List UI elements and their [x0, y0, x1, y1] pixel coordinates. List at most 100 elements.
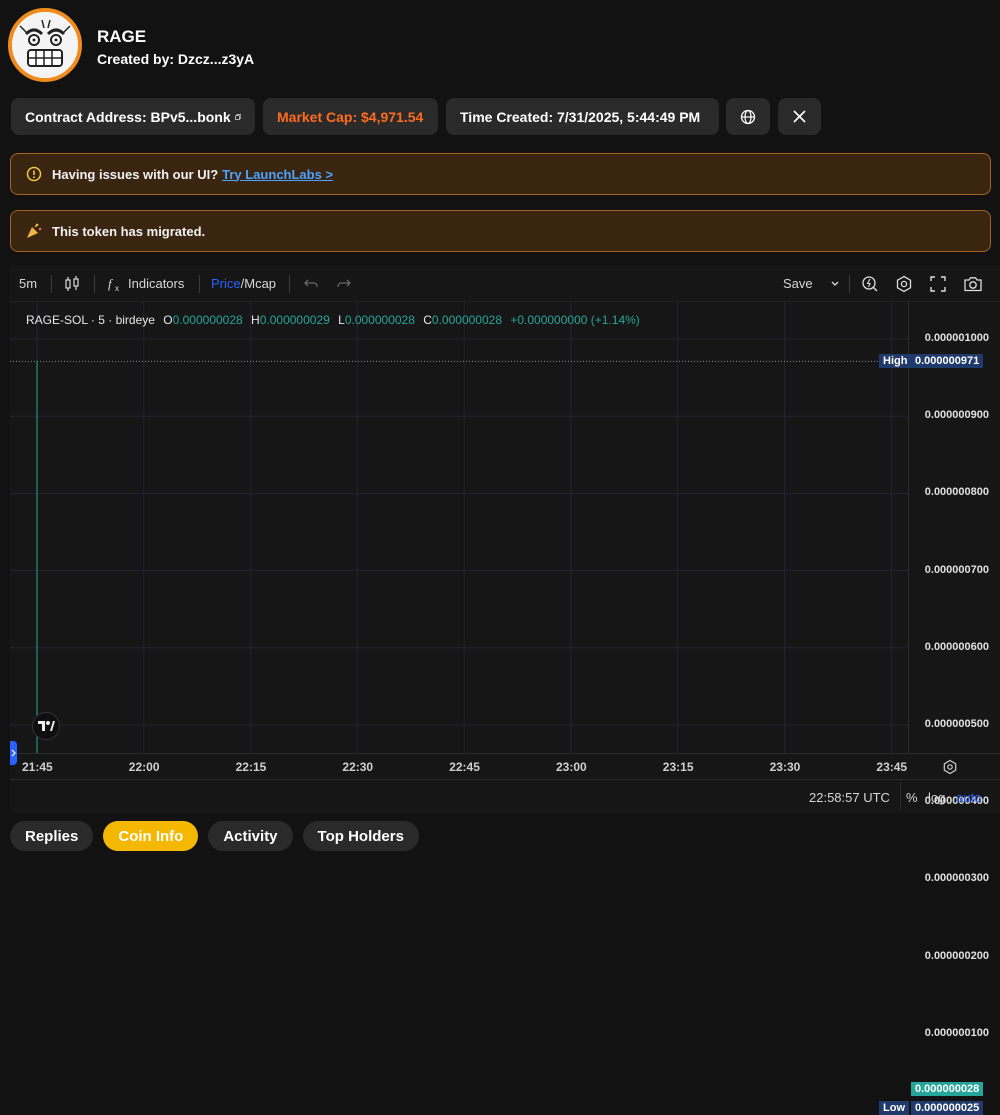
indicators-label: Indicators	[128, 276, 185, 291]
x-tick-label: 22:45	[449, 760, 480, 774]
candlestick-plot[interactable]	[10, 302, 908, 753]
x-tick-label: 21:45	[22, 760, 53, 774]
token-logo	[8, 8, 82, 82]
x-tick-label: 22:30	[342, 760, 374, 774]
save-button[interactable]: Save	[783, 265, 813, 302]
legend-high: 0.000000029	[259, 313, 330, 327]
mcap-option[interactable]: /Mcap	[241, 276, 276, 291]
ui-issues-text: Having issues with our UI?	[52, 166, 219, 182]
redo-icon	[337, 279, 351, 287]
low-tag-label: Low	[879, 1100, 909, 1115]
lightning-search-icon	[862, 275, 878, 291]
globe-icon	[740, 109, 756, 124]
y-tick-label: 0.000000100	[924, 1026, 989, 1039]
copy-icon[interactable]	[234, 110, 241, 124]
x-tick-label: 23:15	[662, 760, 694, 774]
log-toggle[interactable]: log	[928, 790, 945, 805]
tab-top-holders[interactable]: Top Holders	[302, 821, 419, 851]
settings-button[interactable]	[895, 265, 913, 302]
time-created-label: Time Created: 7/31/2025, 5:44:49 PM	[460, 108, 701, 125]
chart-legend: RAGE-SOL · 5 · birdeye O0.000000028 H0.0…	[26, 313, 640, 327]
axis-settings-icon[interactable]	[942, 759, 958, 775]
y-tick-label: 0.000000500	[924, 718, 989, 730]
interval-selector[interactable]: 5m	[19, 265, 37, 302]
y-tick-label: 0.000000700	[924, 563, 989, 576]
contract-address-label: Contract Address: BPv5...bonk	[25, 108, 231, 125]
token-name: RAGE	[97, 27, 147, 46]
tradingview-logo[interactable]	[32, 712, 60, 740]
chart-toolbar: 5m fx Indicators Price/Mcap Save	[10, 265, 1000, 302]
fullscreen-icon	[930, 275, 946, 292]
fullscreen-button[interactable]	[930, 265, 946, 302]
undo-icon	[304, 279, 318, 287]
camera-icon	[964, 276, 982, 291]
migrated-banner: This token has migrated.	[10, 210, 991, 252]
utc-time: 22:58:57 UTC	[809, 790, 890, 805]
x-tick-label: 23:30	[769, 760, 801, 774]
legend-high-label: H	[251, 313, 260, 327]
chart-footer: 22:58:57 UTC % log auto	[10, 779, 1000, 813]
chevron-down-icon	[831, 281, 839, 286]
screenshot-button[interactable]	[963, 265, 983, 302]
chevron-right-icon	[11, 749, 16, 757]
y-tick-label: 0.000000600	[924, 640, 989, 653]
candle[interactable]	[23, 361, 51, 753]
sidebar-toggle[interactable]	[10, 741, 17, 765]
token-creator: Created by: Dzcz...z3yA	[97, 51, 255, 67]
legend-change: +0.000000000 (+1.14%)	[510, 313, 640, 327]
auto-toggle[interactable]: auto	[956, 790, 981, 805]
x-tick-label: 22:15	[235, 760, 267, 774]
warning-icon	[25, 165, 43, 183]
bottom-tabs: Replies Coin Info Activity Top Holders	[10, 821, 429, 851]
x-tick-label: 22:00	[128, 760, 160, 774]
svg-text:f: f	[108, 276, 114, 291]
gear-icon	[896, 275, 912, 292]
twitter-x-button[interactable]	[778, 98, 821, 135]
legend-close-label: C	[423, 313, 432, 327]
indicators-button[interactable]: fx Indicators	[107, 265, 184, 302]
last-price-tag-value: 0.000000028	[911, 1082, 984, 1097]
rage-face-icon	[12, 12, 78, 78]
market-cap-label: Market Cap: $4,971.54	[277, 108, 424, 125]
quick-search-button[interactable]	[861, 265, 879, 302]
contract-address-pill[interactable]: Contract Address: BPv5...bonk	[11, 98, 255, 135]
y-tick-label: 0.000000800	[924, 486, 989, 499]
time-axis[interactable]: 21:45 22:00 22:15 22:30 22:45 23:00 23:15 23:30…	[10, 753, 1000, 779]
ui-issues-banner: Having issues with our UI? Try LaunchLab…	[10, 153, 991, 195]
undo-button[interactable]	[303, 265, 319, 302]
legend-close: 0.000000028	[431, 313, 502, 327]
candle-type-button[interactable]	[64, 265, 80, 302]
market-cap-pill: Market Cap: $4,971.54	[263, 98, 438, 135]
redo-button[interactable]	[336, 265, 352, 302]
y-tick-label: 0.000000200	[924, 949, 989, 962]
save-label: Save	[783, 276, 813, 291]
party-popper-icon	[25, 222, 43, 240]
save-dropdown[interactable]	[830, 265, 840, 302]
tab-replies[interactable]: Replies	[10, 821, 94, 851]
price-mcap-toggle[interactable]: Price/Mcap	[211, 265, 276, 302]
x-tick-label: 23:00	[556, 760, 587, 774]
legend-low: 0.000000028	[344, 313, 415, 327]
price-axis[interactable]: 0.000001000 0.000000900 0.000000800 0.00000…	[879, 302, 1000, 1115]
price-option[interactable]: Price	[211, 276, 241, 291]
tab-coin-info[interactable]: Coin Info	[103, 821, 199, 851]
migrated-text: This token has migrated.	[52, 223, 206, 239]
legend-symbol: RAGE-SOL · 5 · birdeye	[26, 313, 155, 327]
legend-low-label: L	[338, 313, 345, 327]
price-chart: 5m fx Indicators Price/Mcap Save RAGE-SO…	[10, 265, 1000, 1115]
x-tick-label: 23:45	[876, 760, 908, 774]
percent-toggle[interactable]: %	[906, 790, 918, 805]
time-created-pill: Time Created: 7/31/2025, 5:44:49 PM	[446, 98, 719, 135]
tab-activity[interactable]: Activity	[208, 821, 293, 851]
function-icon: fx	[108, 276, 119, 292]
token-header: RAGE Created by: Dzcz...z3yA	[8, 8, 508, 84]
website-button[interactable]	[726, 98, 770, 135]
launchlabs-link[interactable]: Try LaunchLabs >	[222, 167, 333, 182]
low-tag-value: 0.000000025	[911, 1100, 984, 1115]
high-tag-value: 0.000000971	[911, 354, 984, 369]
x-logo-icon	[793, 110, 806, 123]
legend-open: 0.000000028	[172, 313, 243, 327]
y-tick-label: 0.000000300	[924, 872, 989, 885]
high-tag-label: High	[879, 354, 912, 369]
y-tick-label: 0.000001000	[924, 332, 989, 344]
